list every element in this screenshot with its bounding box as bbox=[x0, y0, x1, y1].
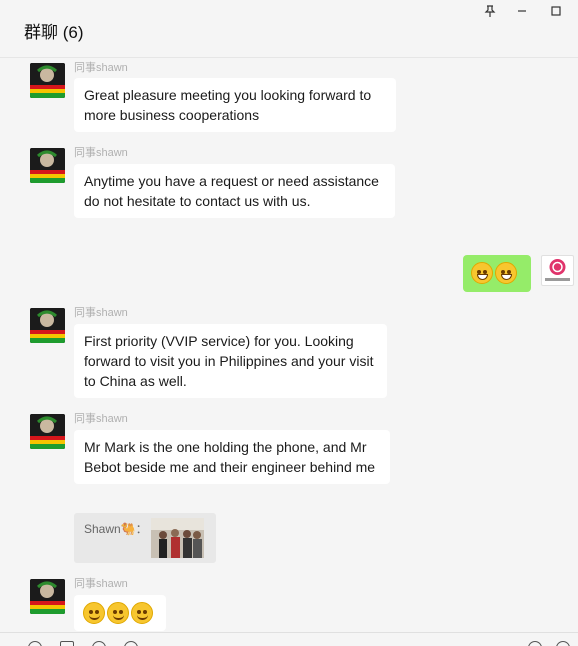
message-bubble[interactable] bbox=[74, 595, 166, 631]
message-bubble[interactable]: Great pleasure meeting you looking forwa… bbox=[74, 78, 396, 132]
pin-icon[interactable] bbox=[482, 3, 498, 19]
own-message-bubble[interactable] bbox=[463, 255, 531, 292]
sender-avatar[interactable] bbox=[30, 308, 65, 343]
sender-avatar[interactable] bbox=[30, 148, 65, 183]
sender-name: 同事shawn bbox=[74, 307, 128, 319]
sender-name: 同事shawn bbox=[74, 413, 128, 425]
message-bubble[interactable]: Anytime you have a request or need assis… bbox=[74, 164, 395, 218]
sender-name: 同事shawn bbox=[74, 147, 128, 159]
message-bubble[interactable]: First priority (VVIP service) for you. L… bbox=[74, 324, 387, 398]
group-title: 群聊 (6) bbox=[24, 23, 84, 42]
grin-emoji-icon bbox=[471, 262, 493, 285]
smile-emoji-icon bbox=[131, 602, 153, 625]
sender-name: 同事shawn bbox=[74, 578, 128, 590]
quoted-photo-thumbnail[interactable] bbox=[151, 518, 204, 558]
message-list[interactable]: 同事shawn Great pleasure meeting you looki… bbox=[0, 58, 578, 632]
voice-call-icon[interactable] bbox=[528, 641, 542, 646]
minimize-icon[interactable] bbox=[514, 3, 530, 19]
folder-icon[interactable] bbox=[60, 641, 74, 646]
quote-label: Shawn🐫： bbox=[84, 522, 148, 536]
smile-emoji-icon bbox=[83, 602, 105, 625]
video-call-icon[interactable] bbox=[556, 641, 570, 646]
screenshot-icon[interactable] bbox=[92, 641, 106, 646]
sender-avatar[interactable] bbox=[30, 414, 65, 449]
grin-emoji-icon bbox=[495, 262, 517, 285]
input-toolbar bbox=[0, 632, 578, 646]
sender-name: 同事shawn bbox=[74, 62, 128, 74]
sender-avatar[interactable] bbox=[30, 579, 65, 614]
quoted-message[interactable]: Shawn🐫： bbox=[74, 513, 216, 563]
emoji-icon[interactable] bbox=[28, 641, 42, 646]
chat-window: 群聊 (6) 同事shawn Great pleasure meeting yo… bbox=[0, 0, 578, 646]
own-avatar[interactable] bbox=[541, 255, 574, 286]
message-bubble[interactable]: Mr Mark is the one holding the phone, an… bbox=[74, 430, 390, 484]
chat-history-icon[interactable] bbox=[124, 641, 138, 646]
smile-emoji-icon bbox=[107, 602, 129, 625]
chat-header: 群聊 (6) bbox=[0, 0, 578, 58]
sender-avatar[interactable] bbox=[30, 63, 65, 98]
maximize-icon[interactable] bbox=[548, 3, 564, 19]
